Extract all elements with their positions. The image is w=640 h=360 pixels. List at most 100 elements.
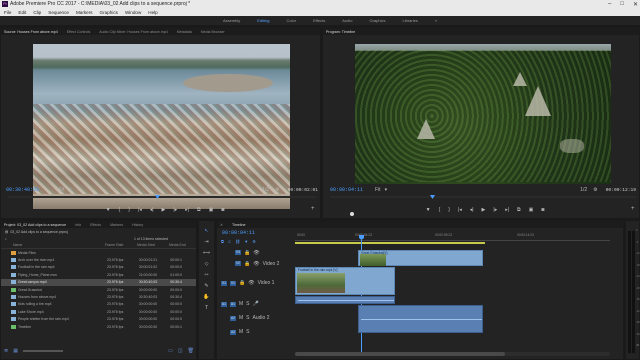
column-name[interactable]: Name <box>1 243 105 247</box>
track-target-button[interactable]: A2 <box>230 315 236 321</box>
search-icon[interactable]: ⌕ <box>5 237 7 241</box>
source-scrubber[interactable] <box>8 195 316 199</box>
column-media-start[interactable]: Media Start <box>137 243 169 247</box>
project-item[interactable]: Lake Shore.mp4 23.976 fps 00:00:00:00 00:00… <box>1 308 196 315</box>
menu-clip[interactable]: Clip <box>33 10 41 15</box>
type-tool-icon[interactable]: T <box>205 305 208 311</box>
tab-metadata[interactable]: Metadata <box>177 30 192 34</box>
workspace-editing[interactable]: Editing <box>257 18 269 23</box>
workspace-color[interactable]: Color <box>287 18 297 23</box>
close-icon[interactable]: ✕ <box>220 223 223 227</box>
tab-effect-controls[interactable]: Effect Controls <box>67 30 91 34</box>
selection-tool-icon[interactable]: ↖ <box>204 228 208 234</box>
nest-icon[interactable]: ⧉ <box>221 239 224 244</box>
tab-program[interactable]: Program: Timeline <box>326 30 355 34</box>
lock-icon[interactable]: 🔒 <box>239 280 245 286</box>
lock-icon[interactable]: 🔒 <box>244 250 250 256</box>
eye-icon[interactable]: 👁 <box>253 250 259 256</box>
timeline-settings-icon[interactable]: ⚙ <box>252 239 256 244</box>
clip-a2-audio[interactable] <box>358 305 483 333</box>
project-item[interactable]: Great Grasslnd 23.976 fps 00:00:00:00 00:00… <box>1 286 196 293</box>
lock-icon[interactable]: 🔒 <box>244 261 250 267</box>
go-to-in-icon[interactable]: |◂ <box>138 207 142 213</box>
insert-icon[interactable]: ⧉ <box>197 207 201 213</box>
go-to-out-icon[interactable]: ▸| <box>505 207 509 213</box>
workspace-libraries[interactable]: Libraries <box>402 18 417 23</box>
project-item[interactable]: Flying_Home_Plane.mov 23.976 fps 01:00:00:… <box>1 271 196 278</box>
tab-project[interactable]: Project: 03_02 Add clips to a sequence <box>4 223 66 227</box>
trash-icon[interactable]: 🗑 <box>188 348 194 354</box>
play-icon[interactable]: ▶ <box>162 207 166 213</box>
project-bin[interactable]: Media Files <box>1 249 196 256</box>
track-target-button[interactable]: A1 <box>230 301 236 307</box>
overwrite-icon[interactable]: ▣ <box>209 207 214 213</box>
eye-icon[interactable]: 👁 <box>253 261 259 267</box>
tab-history[interactable]: History <box>132 223 143 227</box>
clip-a1-football-audio[interactable] <box>295 296 395 304</box>
new-bin-icon[interactable]: ▭ <box>168 348 173 354</box>
project-item[interactable]: Timeline 23.976 fps 00:00:00:00 00:00:1 <box>1 323 196 330</box>
razor-tool-icon[interactable]: ◇ <box>205 261 209 267</box>
icon-view-icon[interactable]: ▦ <box>13 348 18 354</box>
hand-tool-icon[interactable]: ✋ <box>203 294 209 300</box>
track-target-button[interactable]: V3 <box>235 250 241 255</box>
program-fit-dropdown[interactable]: Fit <box>375 187 381 193</box>
workspace-graphics[interactable]: Graphics <box>369 18 385 23</box>
list-view-icon[interactable]: ≣ <box>4 348 8 354</box>
source-timecode[interactable]: 00:30:40:03 <box>6 187 39 193</box>
chevron-down-icon[interactable]: ▾ <box>385 187 388 193</box>
step-forward-icon[interactable]: |▸ <box>493 207 497 213</box>
mark-in-icon[interactable]: { <box>119 207 121 213</box>
tab-info[interactable]: Info <box>75 223 81 227</box>
tab-markers[interactable]: Markers <box>110 223 123 227</box>
column-media-end[interactable]: Media End <box>169 243 195 247</box>
menu-window[interactable]: Window <box>125 10 141 15</box>
menu-file[interactable]: File <box>4 10 11 15</box>
source-resolution-dropdown[interactable]: 1/2 <box>262 187 269 193</box>
project-item[interactable]: People shelter from the rain.mp4 23.976 f… <box>1 316 196 323</box>
marker-icon[interactable]: ▼ <box>426 207 431 213</box>
play-icon[interactable]: ▶ <box>482 207 486 213</box>
mute-button[interactable]: M <box>239 329 243 335</box>
menu-edit[interactable]: Edit <box>18 10 26 15</box>
timeline-ruler[interactable]: 00:00 00:00:04:23 00:00:09:23 00:00:14:2… <box>295 233 610 247</box>
menu-help[interactable]: Help <box>148 10 157 15</box>
mark-out-icon[interactable]: } <box>448 207 450 213</box>
chevron-down-icon[interactable]: ▾ <box>69 187 72 193</box>
step-back-icon[interactable]: ◂| <box>470 207 474 213</box>
tab-audio-clip-mixer[interactable]: Audio Clip Mixer: Houses From above.mp4 <box>99 30 168 34</box>
timeline-horizontal-scrollbar[interactable] <box>295 352 610 356</box>
export-frame-icon[interactable]: ◙ <box>221 207 224 213</box>
step-forward-icon[interactable]: |▸ <box>173 207 177 213</box>
source-fit-dropdown[interactable]: Fit <box>59 187 65 193</box>
project-item[interactable]: Arch over the river.mp4 23.976 fps 00:00:0… <box>1 256 196 263</box>
wrench-icon[interactable]: ⚙ <box>275 187 279 193</box>
add-button-icon[interactable]: + <box>631 206 635 212</box>
work-area-bar[interactable] <box>295 242 485 244</box>
tab-effects[interactable]: Effects <box>90 223 101 227</box>
menu-sequence[interactable]: Sequence <box>48 10 69 15</box>
scrollbar-thumb[interactable] <box>295 352 505 356</box>
new-item-icon[interactable]: ◫ <box>178 348 183 354</box>
workspace-audio[interactable]: Audio <box>342 18 352 23</box>
project-item[interactable]: Great canyon.mp4 23.976 fps 00:30:40:03 00:… <box>1 278 196 286</box>
tab-timeline[interactable]: Timeline <box>232 223 245 227</box>
marker-icon[interactable]: ▼ <box>106 207 111 213</box>
lift-icon[interactable]: ⧉ <box>517 207 521 213</box>
snap-icon[interactable]: ⊂ <box>228 239 231 244</box>
solo-button[interactable]: S <box>246 315 249 321</box>
add-marker-icon[interactable]: ▼ <box>244 239 248 244</box>
track-target-button[interactable]: V1 <box>230 280 236 286</box>
solo-button[interactable]: S <box>246 301 249 307</box>
mic-icon[interactable]: 🎤 <box>253 301 259 307</box>
column-frame-rate[interactable]: Frame Rate <box>105 243 137 247</box>
mute-button[interactable]: M <box>239 315 243 321</box>
step-back-icon[interactable]: ◂| <box>150 207 154 213</box>
track-target-button[interactable]: V2 <box>235 261 241 266</box>
timeline-timecode[interactable]: 00:00:04:11 <box>222 230 255 236</box>
mark-in-icon[interactable]: { <box>439 207 441 213</box>
project-item[interactable]: Football in the rain.mp4 23.976 fps 00:00:… <box>1 264 196 271</box>
menu-markers[interactable]: Markers <box>76 10 93 15</box>
zoom-slider[interactable] <box>22 350 63 352</box>
extract-icon[interactable]: ▣ <box>529 207 534 213</box>
